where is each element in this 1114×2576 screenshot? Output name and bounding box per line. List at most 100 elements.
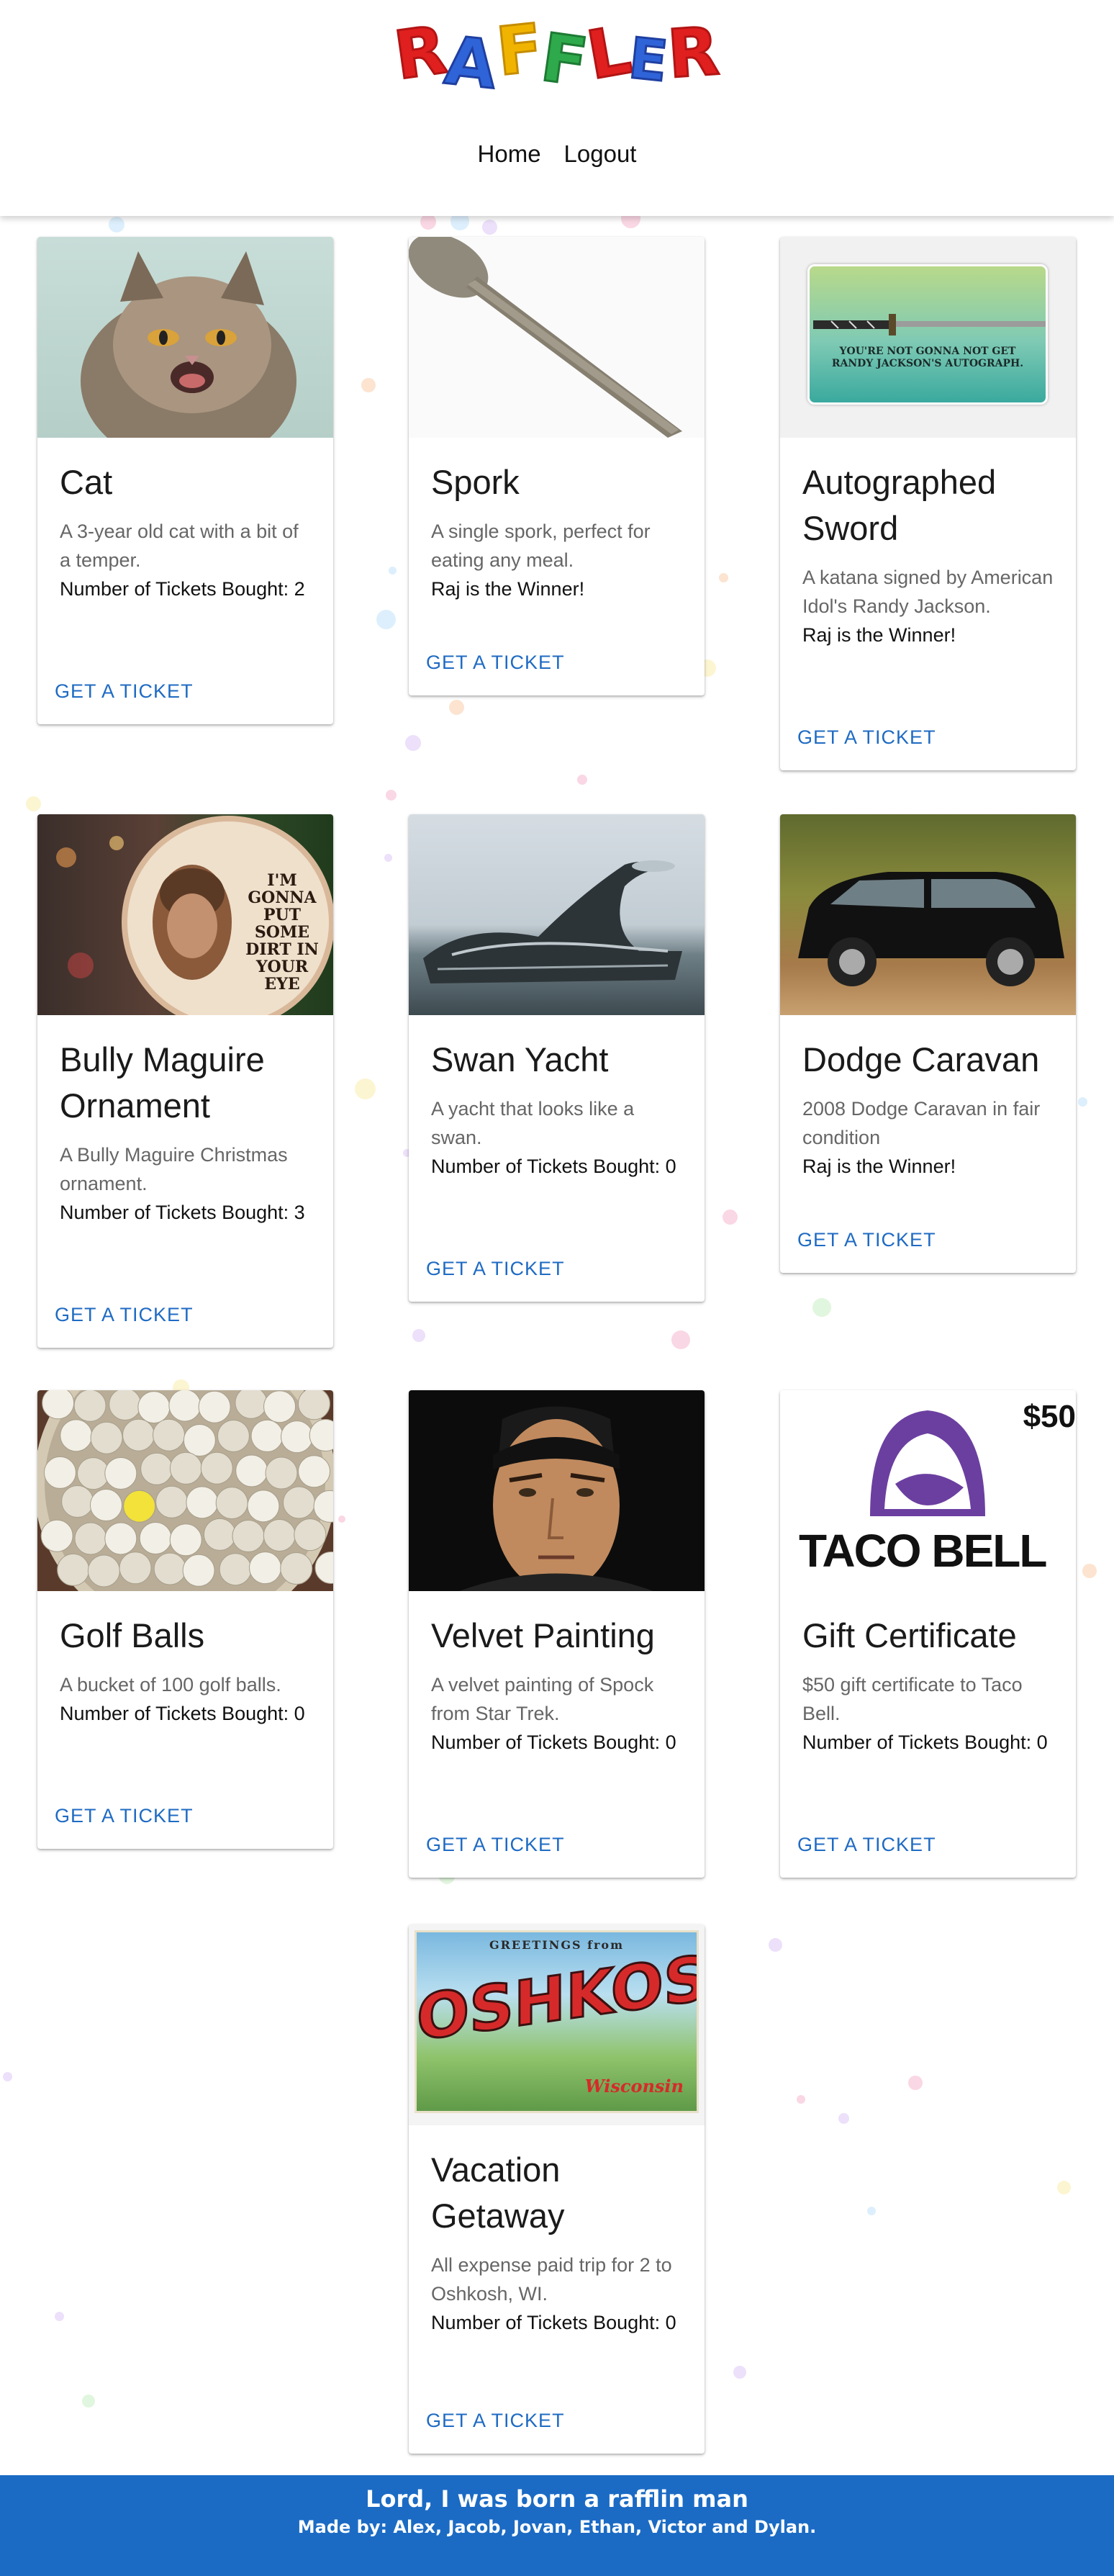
golf-ball <box>139 1521 172 1554</box>
item-title: Spork <box>431 463 520 501</box>
item-status: Raj is the Winner! <box>802 1156 956 1177</box>
golf-ball <box>250 1419 284 1452</box>
get-ticket-button[interactable]: GET A TICKET <box>797 1229 936 1251</box>
confetti-dot <box>1082 1564 1097 1578</box>
get-ticket-button[interactable]: GET A TICKET <box>426 1258 565 1280</box>
confetti-dot <box>577 775 587 785</box>
raffle-card-cat: Cat A 3-year old cat with a bit of a tem… <box>37 237 333 724</box>
raffle-card-gift-certificate: $50 TACO BELL Gift Certificate $50 gift … <box>780 1390 1076 1878</box>
golf-ball <box>122 1418 155 1451</box>
raffle-card-velvet-painting: Velvet Painting A velvet painting of Spo… <box>409 1390 705 1878</box>
item-description: A Bully Maguire Christmas ornament. <box>60 1144 288 1194</box>
confetti-dot <box>26 796 41 811</box>
item-status: Number of Tickets Bought: 2 <box>60 578 305 600</box>
golf-ball <box>57 1553 90 1586</box>
ornament-image: I'M GONNA PUT SOME DIRT IN YOUR EYE <box>37 814 333 1015</box>
main-nav: Home Logout <box>0 140 1114 168</box>
item-description: A yacht that looks like a swan. <box>431 1098 635 1148</box>
confetti-dot <box>867 2207 876 2215</box>
item-title: Swan Yacht <box>431 1040 609 1078</box>
confetti-dot <box>769 1938 782 1952</box>
golf-ball <box>186 1486 219 1519</box>
confetti-dot <box>482 220 497 235</box>
golf-ball <box>215 1487 248 1520</box>
get-ticket-button[interactable]: GET A TICKET <box>426 1834 565 1856</box>
get-ticket-button[interactable]: GET A TICKET <box>797 726 936 749</box>
confetti-dot <box>386 790 397 801</box>
raffle-card-dodge-caravan: Dodge Caravan 2008 Dodge Caravan in fair… <box>780 814 1076 1273</box>
raffle-card-spork: Spork A single spork, perfect for eating… <box>409 237 705 695</box>
confetti-dot <box>908 2076 923 2090</box>
raffle-card-vacation-getaway: GREETINGS from OSHKOSH Wisconsin Vacatio… <box>409 1924 705 2454</box>
item-status: Number of Tickets Bought: 0 <box>60 1703 305 1724</box>
item-title: Cat <box>60 463 113 501</box>
golf-ball <box>263 1390 296 1423</box>
golf-ball <box>60 1419 93 1452</box>
golf-ball <box>169 1523 202 1557</box>
golf-ball <box>235 1390 268 1419</box>
footer-credits: Made by: Alex, Jacob, Jovan, Ethan, Vict… <box>297 2517 817 2537</box>
golf-ball <box>235 1454 268 1487</box>
confetti-dot <box>376 610 396 629</box>
confetti-dot <box>55 2312 64 2321</box>
footer-tagline: Lord, I was born a rafflin man <box>366 2485 748 2513</box>
item-title: Vacation Getaway <box>431 2151 565 2235</box>
get-ticket-button[interactable]: GET A TICKET <box>55 1805 194 1827</box>
logo-letter: F <box>535 18 593 103</box>
get-ticket-button[interactable]: GET A TICKET <box>426 2410 565 2432</box>
confetti-dot <box>389 567 397 575</box>
raffler-logo[interactable]: R A F F L E R <box>389 3 723 105</box>
get-ticket-button[interactable]: GET A TICKET <box>797 1834 936 1856</box>
confetti-dot <box>361 378 376 392</box>
item-status: Raj is the Winner! <box>802 624 956 646</box>
item-status: Number of Tickets Bought: 3 <box>60 1202 305 1223</box>
logo-letter: E <box>625 25 671 96</box>
nav-logout-link[interactable]: Logout <box>564 140 637 168</box>
item-title: Velvet Painting <box>431 1616 655 1654</box>
confetti-dot <box>838 2113 849 2124</box>
nav-home-link[interactable]: Home <box>478 140 541 168</box>
confetti-dot <box>420 214 436 230</box>
golf-ball <box>219 1553 252 1586</box>
golf-ball <box>294 1518 327 1552</box>
get-ticket-button[interactable]: GET A TICKET <box>55 680 194 703</box>
get-ticket-button[interactable]: GET A TICKET <box>55 1304 194 1326</box>
item-description: A velvet painting of Spock from Star Tre… <box>431 1674 654 1724</box>
confetti-dot <box>1078 1097 1087 1107</box>
get-ticket-button[interactable]: GET A TICKET <box>426 652 565 674</box>
item-status: Number of Tickets Bought: 0 <box>431 1156 676 1177</box>
item-description: All expense paid trip for 2 to Oshkosh, … <box>431 2254 672 2305</box>
golf-ball <box>198 1390 231 1423</box>
logo-letter: R <box>389 10 452 96</box>
item-description: A single spork, perfect for eating any m… <box>431 521 651 571</box>
golf-ball <box>168 1390 201 1422</box>
app-footer: Lord, I was born a rafflin man Made by: … <box>0 2475 1114 2576</box>
taco-bell-image: $50 TACO BELL <box>780 1390 1076 1591</box>
golf-ball <box>281 1420 314 1454</box>
sword-image: YOU'RE NOT GONNA NOT GET RANDY JACKSON'S… <box>780 237 1076 438</box>
confetti-dot <box>355 1078 376 1099</box>
golf-ball <box>200 1451 233 1485</box>
golf-ball <box>87 1554 120 1588</box>
golf-ball <box>140 1452 173 1485</box>
velvet-painting-image <box>409 1390 705 1591</box>
golf-ball <box>314 1551 333 1584</box>
golf-ball <box>247 1490 280 1523</box>
golf-ball <box>90 1489 123 1522</box>
confetti-dot <box>719 573 728 582</box>
raffle-card-golf-balls: Golf Balls A bucket of 100 golf balls. N… <box>37 1390 333 1849</box>
golf-ball <box>249 1552 282 1585</box>
spork-image <box>409 237 705 438</box>
item-description: A 3-year old cat with a bit of a temper. <box>60 521 299 571</box>
item-description: $50 gift certificate to Taco Bell. <box>802 1674 1023 1724</box>
golf-ball <box>169 1451 202 1485</box>
golf-ball <box>104 1456 137 1490</box>
golf-ball <box>109 1390 142 1420</box>
taco-bell-wordmark: TACO BELL <box>799 1525 1047 1577</box>
golf-ball <box>297 1390 330 1420</box>
item-title: Gift Certificate <box>802 1616 1017 1654</box>
item-status: Number of Tickets Bought: 0 <box>802 1731 1048 1753</box>
confetti-dot <box>3 2072 12 2081</box>
swan-yacht-image <box>409 814 705 1015</box>
golf-ball <box>182 1554 215 1587</box>
